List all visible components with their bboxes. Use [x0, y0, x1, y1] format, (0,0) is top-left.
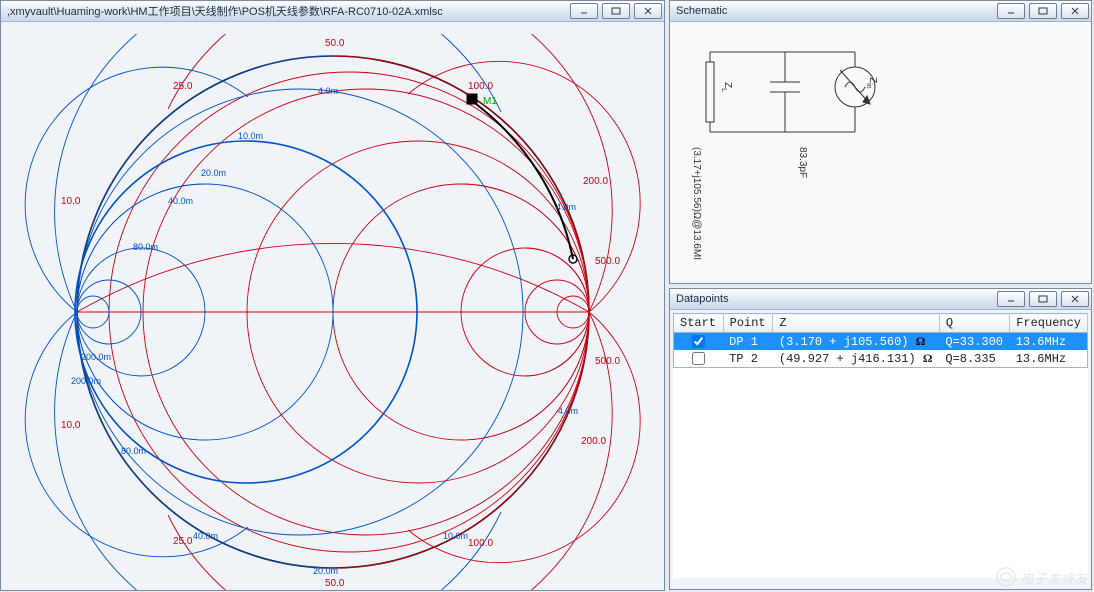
svg-text:200.0m: 200.0m [81, 352, 111, 362]
svg-text:50.0: 50.0 [325, 38, 345, 49]
table-row[interactable]: DP 1 (3.170 + j105.560) Ω Q=33.300 13.6M… [674, 333, 1088, 351]
datapoints-titlebar[interactable]: Datapoints [670, 289, 1091, 310]
svg-text:25.0: 25.0 [173, 536, 193, 547]
col-start[interactable]: Start [674, 314, 724, 333]
marker-label: M1 [483, 96, 497, 107]
minimize-icon[interactable] [570, 3, 598, 19]
cell-q: Q=8.335 [939, 350, 1009, 368]
close-icon[interactable] [634, 3, 662, 19]
svg-text:10.0: 10.0 [61, 420, 81, 431]
svg-text:100.0: 100.0 [468, 538, 493, 549]
datapoints-window: Datapoints Start Point Z Q Frequency DP … [669, 288, 1092, 590]
cell-point: TP 2 [723, 350, 773, 368]
col-point[interactable]: Point [723, 314, 773, 333]
col-freq[interactable]: Frequency [1010, 314, 1088, 333]
chart-window-title: ,xmyvault\Huaming-work\HM工作项目\天线制作\POS机天… [7, 3, 566, 19]
table-row[interactable]: TP 2 (49.927 + j416.131) Ω Q=8.335 13.6M… [674, 350, 1088, 368]
smith-chart-window: ,xmyvault\Huaming-work\HM工作项目\天线制作\POS机天… [0, 0, 665, 591]
col-z[interactable]: Z [773, 314, 939, 333]
cell-q: Q=33.300 [939, 333, 1009, 351]
svg-text:10.0m: 10.0m [443, 531, 468, 541]
svg-text:80.0m: 80.0m [121, 446, 146, 456]
svg-text:500.0: 500.0 [595, 356, 620, 367]
start-checkbox[interactable] [692, 352, 705, 365]
smith-chart-canvas[interactable]: M1 50.0 25.0 100.0 10.0 200.0 500.0 500.… [1, 22, 664, 592]
cell-freq: 13.6MHz [1010, 350, 1088, 368]
svg-text:4.0m: 4.0m [318, 86, 338, 96]
datapoints-table[interactable]: Start Point Z Q Frequency DP 1 (3.170 + … [673, 313, 1088, 368]
col-q[interactable]: Q [939, 314, 1009, 333]
svg-text:40.0m: 40.0m [193, 531, 218, 541]
start-checkbox[interactable] [692, 335, 705, 348]
svg-text:100.0: 100.0 [468, 81, 493, 92]
datapoints-window-title: Datapoints [676, 293, 993, 305]
capacitor-value: 83.3pF [797, 147, 808, 178]
schematic-canvas[interactable]: ZL Zin (3.17+j105.56)Ω@13.6MI 83.3pF [670, 22, 1091, 280]
cell-point: DP 1 [723, 333, 773, 351]
svg-text:ZL: ZL [720, 82, 733, 92]
maximize-icon[interactable] [1029, 3, 1057, 19]
load-impedance-value: (3.17+j105.56)Ω@13.6MI [691, 147, 702, 260]
chart-titlebar[interactable]: ,xmyvault\Huaming-work\HM工作项目\天线制作\POS机天… [1, 1, 664, 22]
svg-text:25.0: 25.0 [173, 81, 193, 92]
svg-text:500.0: 500.0 [595, 256, 620, 267]
close-icon[interactable] [1061, 291, 1089, 307]
maximize-icon[interactable] [1029, 291, 1057, 307]
watermark: 电子发烧友 [995, 566, 1088, 588]
svg-text:Zin: Zin [865, 77, 878, 89]
schematic-window: Schematic [669, 0, 1092, 284]
cell-z: (3.170 + j105.560) Ω [773, 333, 939, 351]
svg-text:4.0m: 4.0m [558, 406, 578, 416]
schematic-titlebar[interactable]: Schematic [670, 1, 1091, 22]
minimize-icon[interactable] [997, 3, 1025, 19]
svg-text:200.0: 200.0 [581, 436, 606, 447]
close-icon[interactable] [1061, 3, 1089, 19]
cell-freq: 13.6MHz [1010, 333, 1088, 351]
svg-text:200.0m: 200.0m [71, 376, 101, 386]
empty-table-area [673, 368, 1088, 578]
svg-text:20.0m: 20.0m [201, 168, 226, 178]
schematic-window-title: Schematic [676, 5, 993, 17]
svg-text:10.0m: 10.0m [238, 131, 263, 141]
svg-text:50.0: 50.0 [325, 578, 345, 589]
svg-text:20.0m: 20.0m [313, 566, 338, 576]
svg-text:10.0: 10.0 [61, 196, 81, 207]
svg-text:200.0: 200.0 [583, 176, 608, 187]
minimize-icon[interactable] [997, 291, 1025, 307]
cell-z: (49.927 + j416.131) Ω [773, 350, 939, 368]
svg-text:40.0m: 40.0m [168, 196, 193, 206]
svg-text:80.0m: 80.0m [133, 242, 158, 252]
svg-text:4.0m: 4.0m [556, 202, 576, 212]
maximize-icon[interactable] [602, 3, 630, 19]
